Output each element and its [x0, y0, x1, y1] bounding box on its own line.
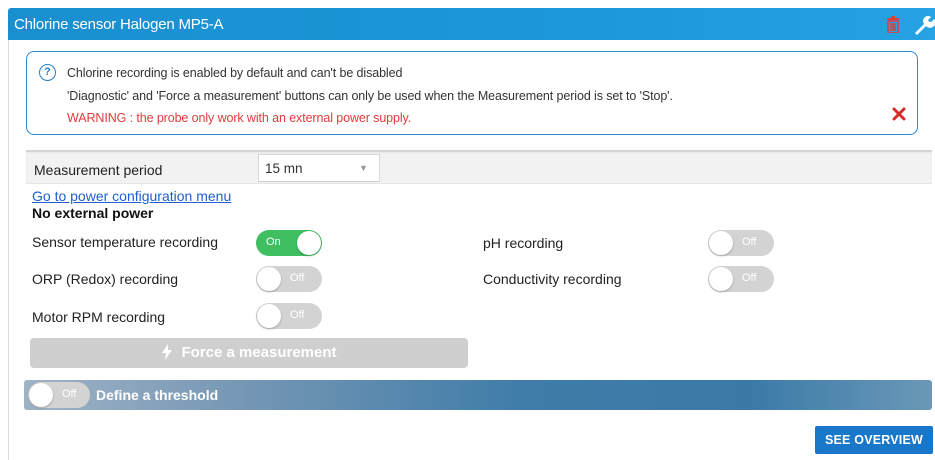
ph-recording-toggle[interactable]: Off [708, 230, 774, 256]
threshold-bar: Off Define a threshold [24, 380, 932, 410]
panel-title: Chlorine sensor Halogen MP5-A [14, 16, 224, 33]
toggle-state: Off [742, 236, 757, 248]
measurement-period-value: 15 mn [265, 161, 303, 176]
toggle-state: On [266, 236, 281, 248]
orp-recording-toggle[interactable]: Off [256, 266, 322, 292]
see-overview-button[interactable]: SEE OVERVIEW [815, 426, 933, 454]
info-box: ? Chlorine recording is enabled by defau… [26, 51, 918, 135]
info-line-default: Chlorine recording is enabled by default… [67, 66, 403, 80]
sensor-temperature-toggle[interactable]: On [256, 230, 322, 256]
help-icon: ? [39, 64, 56, 81]
threshold-toggle[interactable]: Off [28, 382, 90, 408]
power-status: No external power [32, 205, 154, 221]
power-config-link[interactable]: Go to power configuration menu [32, 188, 231, 204]
motor-rpm-recording-label: Motor RPM recording [32, 309, 166, 325]
toggle-knob [29, 383, 53, 407]
info-line-buttons: 'Diagnostic' and 'Force a measurement' b… [67, 89, 673, 103]
toggle-state: Off [290, 272, 305, 284]
chevron-down-icon: ▼ [359, 163, 368, 173]
trash-icon[interactable] [886, 16, 900, 33]
threshold-label: Define a threshold [96, 387, 219, 403]
bolt-icon [162, 344, 173, 360]
ph-recording-label: pH recording [483, 235, 564, 251]
toggle-state: Off [290, 309, 305, 321]
wrench-icon[interactable] [913, 15, 935, 35]
toggle-state: Off [62, 388, 77, 400]
sensor-temperature-label: Sensor temperature recording [32, 234, 218, 250]
info-warning: WARNING : the probe only work with an ex… [67, 111, 412, 125]
conductivity-recording-toggle[interactable]: Off [708, 266, 774, 292]
orp-recording-label: ORP (Redox) recording [32, 271, 179, 287]
panel-header: Chlorine sensor Halogen MP5-A [8, 8, 935, 40]
conductivity-recording-label: Conductivity recording [483, 271, 622, 287]
toggle-knob [709, 231, 733, 255]
measurement-period-label: Measurement period [34, 162, 163, 178]
motor-rpm-recording-toggle[interactable]: Off [256, 303, 322, 329]
toggle-knob [709, 267, 733, 291]
measurement-period-row: Measurement period 15 mn ▼ [26, 150, 932, 184]
toggle-knob [257, 304, 281, 328]
toggle-state: Off [742, 272, 757, 284]
close-icon[interactable] [891, 106, 907, 122]
measurement-period-select[interactable]: 15 mn ▼ [258, 154, 380, 182]
force-measurement-button[interactable]: Force a measurement [30, 338, 468, 368]
toggle-knob [297, 231, 321, 255]
force-measurement-label: Force a measurement [181, 344, 337, 361]
toggle-knob [257, 267, 281, 291]
